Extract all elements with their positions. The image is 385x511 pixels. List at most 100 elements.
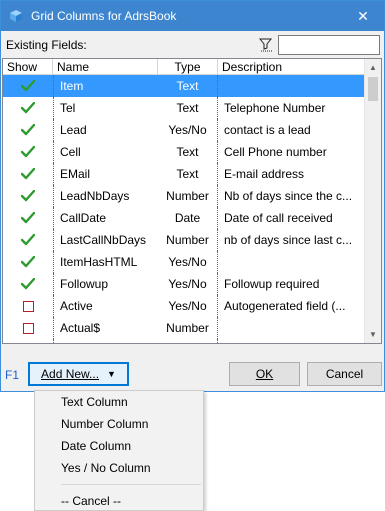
table-row[interactable]: CallDate Date Date of call received [3,207,381,229]
field-type: Number [158,229,218,251]
header-description[interactable]: Description [218,59,366,74]
dropdown-arrow-icon: ▼ [107,369,116,379]
header-name[interactable]: Name [53,59,158,74]
table-row[interactable]: Lead Yes/No contact is a lead [3,119,381,141]
app-cube-icon [10,10,22,22]
field-type: Yes/No [158,251,218,273]
field-description: Date of call received [224,211,333,225]
dialog-footer: F1 Add New... ▼ OK Cancel [0,358,385,388]
unchecked-box-icon[interactable] [3,295,53,317]
menu-item-cancel[interactable]: -- Cancel -- [35,490,203,511]
table-row[interactable]: Followup Yes/No Followup required [3,273,381,295]
field-name: Cell [53,141,158,163]
field-description: contact is a lead [224,123,311,137]
field-type: Yes/No [158,119,218,141]
unchecked-box-icon[interactable] [3,317,53,339]
checkmark-icon[interactable] [3,119,53,141]
field-name: Active [53,295,158,317]
menu-item-yes-no-column[interactable]: Yes / No Column [35,457,203,479]
fields-toolbar: Existing Fields: [1,31,384,59]
field-name: Lead [53,119,158,141]
field-name: ItemHasHTML [53,251,158,273]
menu-item-date-column[interactable]: Date Column [35,435,203,457]
checkmark-icon[interactable] [3,229,53,251]
ok-button[interactable]: OK [229,362,300,386]
table-row[interactable]: Tel Text Telephone Number [3,97,381,119]
add-new-button[interactable]: Add New... ▼ [28,362,129,386]
close-button[interactable]: ✕ [342,1,384,31]
filter-input[interactable] [278,35,380,55]
field-type: Date [158,207,218,229]
fields-grid[interactable]: Show Name Type Description Item Text Tel Te… [2,58,382,344]
header-show[interactable]: Show [3,59,53,74]
field-name: EMail [53,163,158,185]
field-name: LastCallNbDays [53,229,158,251]
scroll-down-icon[interactable]: ▼ [365,326,381,343]
unchecked-box-icon[interactable] [3,339,53,343]
table-row[interactable]: Item Text [3,75,381,97]
field-description: Telephone Number [224,101,326,115]
checkmark-icon[interactable] [3,185,53,207]
field-description: Followup required [224,277,320,291]
add-new-label: Add New... [41,367,100,381]
field-name: Address [53,339,158,343]
checkmark-icon[interactable] [3,141,53,163]
checkmark-icon[interactable] [3,97,53,119]
existing-fields-label: Existing Fields: [6,38,87,52]
checkmark-icon[interactable] [3,273,53,295]
field-type: Text [158,141,218,163]
checkmark-icon[interactable] [3,251,53,273]
field-name: CallDate [53,207,158,229]
field-name: LeadNbDays [53,185,158,207]
ok-label: OK [255,367,274,381]
table-row[interactable]: EMail Text E-mail address [3,163,381,185]
vertical-scrollbar[interactable]: ▲ ▼ [364,59,381,343]
field-description: Cell Phone number [224,145,327,159]
table-row[interactable]: LastCallNbDays Number nb of days since las… [3,229,381,251]
field-type: Text [158,97,218,119]
scroll-up-icon[interactable]: ▲ [365,59,381,76]
field-type: Number [158,317,218,339]
funnel-filter-icon[interactable] [258,37,274,53]
f1-help-label[interactable]: F1 [5,368,19,382]
field-type: Yes/No [158,295,218,317]
checkmark-icon[interactable] [3,207,53,229]
field-description [218,251,366,273]
title-bar: Grid Columns for AdrsBook ✕ [1,1,384,31]
grid-body: Item Text Tel Text Telephone Number Lead Yes/N… [3,75,381,343]
field-name: Actual$ [53,317,158,339]
cancel-button[interactable]: Cancel [307,362,382,386]
field-description: Autogenerated field (... [224,299,346,313]
menu-item-number-column[interactable]: Number Column [35,413,203,435]
table-row[interactable]: Cell Text Cell Phone number [3,141,381,163]
field-description: nb of days since last c... [224,233,353,247]
scroll-thumb[interactable] [368,77,378,101]
field-name: Followup [53,273,158,295]
field-description [218,339,366,343]
header-type[interactable]: Type [158,59,218,74]
checkmark-icon[interactable] [3,163,53,185]
table-row[interactable]: Active Yes/No Autogenerated field (... [3,295,381,317]
field-type: Yes/No [158,273,218,295]
empty-checkbox[interactable] [22,300,34,312]
table-row[interactable]: AddressText [3,339,381,343]
field-description [218,75,366,97]
field-name: Item [53,75,158,97]
field-description: Nb of days since the c... [224,189,353,203]
field-type: Number [158,185,218,207]
field-description: E-mail address [224,167,305,181]
field-type: Text [158,163,218,185]
field-name: Tel [53,97,158,119]
add-new-menu: Text Column Number Column Date Column Ye… [34,390,204,511]
checkmark-icon[interactable] [3,75,53,97]
menu-separator [61,484,201,485]
empty-checkbox[interactable] [22,322,34,334]
field-type: Text [158,339,218,343]
table-row[interactable]: LeadNbDays Number Nb of days since the c..… [3,185,381,207]
field-description [218,317,366,339]
window-title: Grid Columns for AdrsBook [31,9,177,23]
table-row[interactable]: Actual$ Number [3,317,381,339]
cancel-label: Cancel [325,367,364,381]
table-row[interactable]: ItemHasHTML Yes/No [3,251,381,273]
menu-item-text-column[interactable]: Text Column [35,391,203,413]
